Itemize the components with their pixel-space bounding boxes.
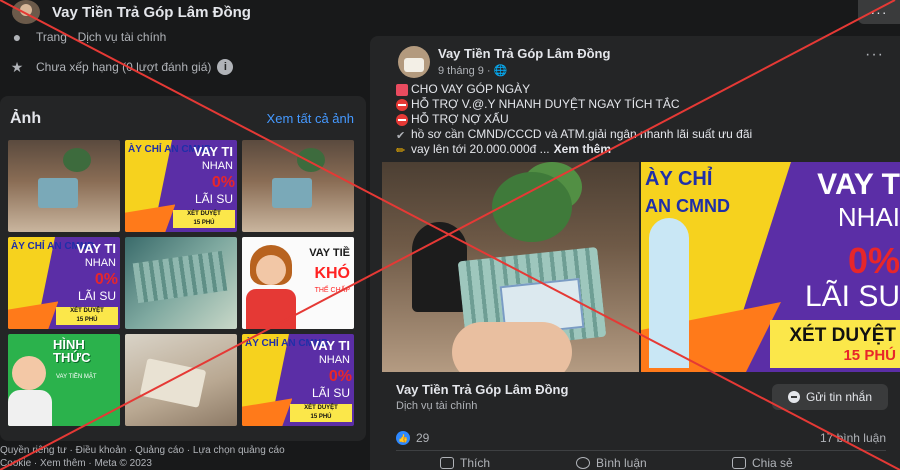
no-entry-icon	[396, 113, 408, 126]
post-card: Vay Tiền Trả Góp Lâm Đồng 9 tháng 9 · 🌐 …	[370, 36, 900, 470]
ad-nhanh-text: NHAN	[201, 160, 233, 172]
star-icon: ★	[10, 58, 24, 75]
send-message-label: Gửi tin nhắn	[805, 390, 873, 404]
comments-count[interactable]: 17 bình luận	[820, 431, 886, 445]
actions-divider	[396, 450, 886, 451]
pencil-icon: ✏	[396, 144, 406, 157]
page-header: Vay Tiền Trả Góp Lâm Đồng	[0, 0, 368, 26]
likes-count[interactable]: 👍 29	[396, 431, 429, 445]
ad-zero-text: 0%	[211, 174, 235, 191]
photo-thumb-ad-2[interactable]: ÀY CHỈ AN CMND VAY TI NHAN 0% LÃI SU XÉT…	[8, 237, 120, 329]
category-row: ● Trang · Dịch vụ tài chính	[8, 27, 167, 47]
ad-lai-big-text: LÃI SU	[804, 280, 900, 313]
footer-line-1[interactable]: Quyền riêng tư · Điều khoản · Quảng cáo …	[0, 444, 368, 457]
photo-thumb-shop-2[interactable]	[242, 140, 354, 232]
post-images: ÀY CHỈ AN CMND VAY T NHAI 0% LÃI SU XÉT …	[382, 162, 900, 372]
photo-thumb-hands[interactable]	[125, 334, 237, 426]
photo-thumb-girl[interactable]: VAY TIỀ KHÓ THẾ CHẤP	[242, 237, 354, 329]
ad-phut-big-text: 15 PHÚ	[843, 347, 896, 364]
photo-thumb-ad-3[interactable]: ÀY CHỈ AN CMND VAY TI NHAN 0% LÃI SU XÉT…	[242, 334, 354, 426]
post-image-ad[interactable]: ÀY CHỈ AN CMND VAY T NHAI 0% LÃI SU XÉT …	[641, 162, 900, 372]
page-avatar[interactable]	[12, 0, 40, 24]
ad-xet-big-text: XÉT DUYỆT	[789, 325, 896, 346]
ad-lai-text-3: LÃI SU	[311, 386, 350, 400]
footer-line-2[interactable]: Cookie · Xem thêm · Meta © 2023	[0, 457, 368, 470]
post-line: HỖ TRỢ NỢ XẤU	[396, 112, 896, 127]
page-name[interactable]: Vay Tiền Trả Góp Lâm Đồng	[52, 4, 251, 21]
green-vay-tien-mat-text: VAY TIỀN MẶT	[56, 374, 97, 380]
ad-lai-text-2: LÃI SU	[77, 289, 116, 303]
comment-icon	[576, 457, 590, 469]
thumbs-up-icon	[440, 457, 454, 469]
rating-row: ★ Chưa xếp hạng (0 lượt đánh giá) i	[8, 57, 234, 77]
send-message-button[interactable]: Gửi tin nhắn	[772, 384, 888, 410]
share-icon	[732, 457, 746, 469]
girl-vay-tien-text: VAY TIỀ	[309, 247, 350, 259]
info-icon[interactable]: i	[217, 59, 234, 75]
rating-text: Chưa xếp hạng (0 lượt đánh giá)	[36, 60, 212, 74]
post-avatar[interactable]	[398, 46, 430, 78]
ad-zero-text-2: 0%	[94, 271, 118, 288]
ad-vay-text: VAY TI	[193, 144, 233, 159]
ad-nhan-big-text: NHAI	[837, 202, 900, 232]
envelope-icon	[396, 83, 408, 96]
photos-card: Ảnh Xem tất cả ảnh ÀY CHỈ AN CMND VAY TI…	[0, 96, 366, 441]
ad-lai-text: LÃI SU	[194, 192, 233, 206]
ad-cy1-text: ÀY CHỈ	[645, 168, 713, 190]
link-name[interactable]: Vay Tiền Trả Góp Lâm Đồng	[396, 382, 568, 397]
ad-xet-box-2: XÉT DUYỆT 15 PHÚ	[56, 307, 118, 325]
link-subtitle: Dịch vụ tài chính	[396, 400, 478, 412]
like-button[interactable]: Thích	[440, 456, 490, 470]
post-line: ✏ vay lên tới 20.000.000đ ... Xem thêm	[396, 142, 611, 157]
page-sidebar: Vay Tiền Trả Góp Lâm Đồng ● Trang · Dịch…	[0, 0, 368, 470]
post-author[interactable]: Vay Tiền Trả Góp Lâm Đồng	[438, 46, 610, 61]
corner-more-button[interactable]: ···	[858, 0, 900, 24]
photo-thumb-shop[interactable]	[8, 140, 120, 232]
see-all-photos-link[interactable]: Xem tất cả ảnh	[267, 111, 354, 126]
ad-cy2-text: AN CMND	[645, 196, 730, 216]
no-entry-icon	[396, 98, 408, 111]
footer-links: Quyền riêng tư · Điều khoản · Quảng cáo …	[0, 444, 368, 470]
photo-thumb-green[interactable]: HÌNH THỨC VAY TIỀN MẶT	[8, 334, 120, 426]
photo-grid: ÀY CHỈ AN CMND VAY TI NHAN 0% LÃI SU XÉT…	[8, 140, 356, 426]
info-bullet-icon: ●	[12, 29, 22, 45]
category-label: Trang · Dịch vụ tài chính	[36, 30, 167, 44]
ad-zero-text-3: 0%	[328, 368, 352, 385]
ad-vay-text-2: VAY TI	[76, 241, 116, 256]
girl-kho-text: KHÓ	[314, 265, 350, 282]
photos-title: Ảnh	[10, 110, 42, 127]
ad-nhanh-text-2: NHAN	[84, 257, 116, 269]
ad-zero-big-text: 0%	[847, 240, 900, 281]
ad-vay-text-3: VAY TI	[310, 338, 350, 353]
post-line: CHO VAY GÓP NGÀY	[396, 82, 896, 97]
ad-xet-box: XÉT DUYỆT 15 PHÚ	[173, 210, 235, 228]
share-button[interactable]: Chia sẻ	[732, 456, 793, 470]
check-mark-icon: ✔	[396, 129, 406, 142]
post-image-money[interactable]	[382, 162, 639, 372]
photo-thumb-money[interactable]	[125, 237, 237, 329]
post-body: CHO VAY GÓP NGÀY HỖ TRỢ V.@.Y NHANH DUYỆ…	[396, 82, 896, 157]
ad-xet-box-3: XÉT DUYỆT 15 PHÚ	[290, 404, 352, 422]
ad-nhanh-text-3: NHAN	[318, 354, 350, 366]
post-time[interactable]: 9 tháng 9 · 🌐	[438, 64, 507, 77]
see-more-link[interactable]: Xem thêm	[554, 142, 611, 157]
comment-button[interactable]: Bình luận	[576, 456, 647, 470]
photo-thumb-ad[interactable]: ÀY CHỈ AN CMND VAY TI NHAN 0% LÃI SU XÉT…	[125, 140, 237, 232]
post-line: ✔ hồ sơ cần CMND/CCCD và ATM.giải ngân nh…	[396, 127, 753, 142]
messenger-icon	[787, 391, 800, 403]
post-more-button[interactable]: ···	[865, 46, 884, 64]
like-icon: 👍	[396, 431, 410, 445]
ad-vay-big-text: VAY T	[817, 168, 900, 201]
girl-the-chap-text: THẾ CHẤP	[314, 287, 350, 294]
green-hinh-thuc-text: HÌNH THỨC	[53, 337, 91, 365]
post-line: HỖ TRỢ V.@.Y NHANH DUYỆT NGAY TÍCH TẮC	[396, 97, 896, 112]
